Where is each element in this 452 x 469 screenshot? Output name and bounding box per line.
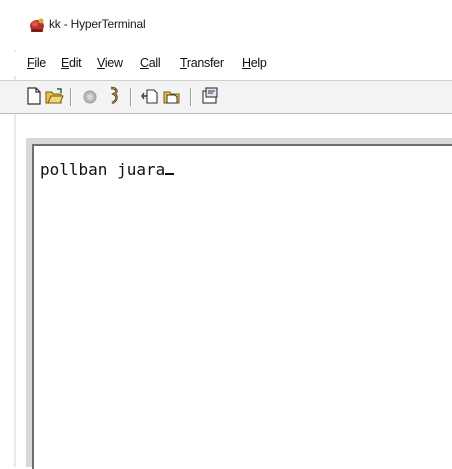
menu-bar: File Edit View Call Transfer Help: [0, 52, 452, 76]
terminal-output: pollban juara: [40, 160, 175, 179]
send-icon[interactable]: [140, 86, 160, 106]
open-icon[interactable]: [44, 86, 64, 106]
menu-call[interactable]: Call: [140, 56, 161, 70]
text-cursor: [165, 173, 175, 175]
disconnect-icon[interactable]: [80, 86, 100, 106]
menu-view[interactable]: View: [97, 56, 123, 70]
receive-icon[interactable]: [162, 86, 182, 106]
menu-help[interactable]: Help: [242, 56, 267, 70]
menu-transfer[interactable]: Transfer: [180, 56, 224, 70]
window-title: kk - HyperTerminal: [49, 17, 146, 31]
toolbar-separator: [190, 88, 192, 106]
dial-icon[interactable]: [104, 86, 124, 106]
properties-icon[interactable]: [200, 86, 220, 106]
hyperterminal-app-icon: [30, 18, 44, 32]
menu-file[interactable]: File: [27, 56, 46, 70]
toolbar-separator: [130, 88, 132, 106]
toolbar-separator: [70, 88, 72, 106]
menu-edit[interactable]: Edit: [61, 56, 82, 70]
toolbar: [0, 80, 452, 114]
hyperterminal-window: kk - HyperTerminal File Edit View Call T…: [0, 0, 452, 469]
title-bar[interactable]: kk - HyperTerminal: [0, 0, 452, 50]
terminal-area[interactable]: pollban juara: [32, 144, 452, 469]
new-icon[interactable]: [24, 86, 44, 106]
